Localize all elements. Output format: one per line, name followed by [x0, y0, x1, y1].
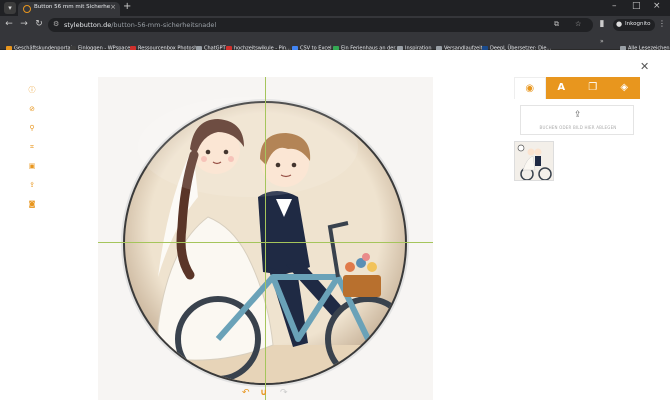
- bookmark-item[interactable]: hochzeitswikule - Pin...: [226, 38, 291, 52]
- uploaded-image-thumbnail[interactable]: [514, 141, 554, 181]
- bookmark-item[interactable]: DeepL Übersetzer: Die...: [482, 38, 551, 52]
- bookmark-item[interactable]: Versandlaufzeit: [436, 38, 483, 52]
- button-gloss: [138, 97, 358, 197]
- layers-icon: ◈: [620, 82, 629, 93]
- camera-icon: ◉: [525, 83, 535, 94]
- magnet-icon[interactable]: ∪: [260, 388, 267, 398]
- gallery-icon: ❐: [588, 82, 598, 93]
- url-domain: stylebutton.de: [64, 21, 112, 29]
- text-icon: A: [557, 82, 566, 93]
- browser-tab[interactable]: Button 56 mm mit Sicherheitsnadel ×: [18, 2, 120, 16]
- crop-icon[interactable]: ⌗: [26, 141, 38, 153]
- translate-icon[interactable]: ⧉: [554, 20, 559, 29]
- save-icon[interactable]: ▣: [26, 160, 38, 172]
- upload-hint: BUCHEN ODER BILD HIER ABLEGEN: [539, 125, 617, 130]
- incognito-badge[interactable]: ● Inkognito: [613, 19, 655, 31]
- thumbnail-illustration: [515, 142, 553, 180]
- image-icon[interactable]: ◙: [26, 198, 38, 210]
- forward-icon[interactable]: →: [18, 19, 30, 29]
- bookmark-item[interactable]: CSV to Excel: [292, 38, 332, 52]
- side-panel: ◉ A ❐ ◈ ⇪ BUCHEN ODER BILD HIER ABLEGEN: [514, 77, 640, 400]
- tab-search-icon[interactable]: ▾: [4, 2, 16, 14]
- upload-arrow-icon: ⇪: [574, 110, 582, 120]
- upload-dropzone[interactable]: ⇪ BUCHEN ODER BILD HIER ABLEGEN: [520, 105, 634, 135]
- reload-icon[interactable]: ↻: [33, 19, 45, 29]
- tab-title: Button 56 mm mit Sicherheitsnadel: [34, 4, 110, 10]
- redo-icon[interactable]: ↷: [280, 388, 288, 398]
- site-info-icon[interactable]: ⚙: [53, 20, 59, 28]
- url-path: /button-56-mm-sicherheitsnadel: [111, 21, 217, 29]
- upload-icon[interactable]: ⇪: [26, 179, 38, 191]
- history-controls: ↶ ∪ ↷: [240, 388, 290, 400]
- more-bookmarks-icon[interactable]: »: [600, 38, 604, 47]
- address-bar[interactable]: ⚙ stylebutton.de/button-56-mm-sicherheit…: [48, 18, 593, 32]
- url-text: stylebutton.de/button-56-mm-sicherheitsn…: [64, 21, 216, 29]
- bookmark-item[interactable]: Einloggen - WPspace: [70, 38, 130, 52]
- zoom-icon[interactable]: ⚲: [26, 122, 38, 134]
- compass-icon[interactable]: ⊘: [26, 103, 38, 115]
- side-panel-icon[interactable]: ▮: [596, 19, 608, 29]
- tab-text[interactable]: A: [545, 77, 577, 99]
- panel-tabs: ◉ A ❐ ◈: [514, 77, 640, 99]
- tab-strip: ▾ Button 56 mm mit Sicherheitsnadel × + …: [0, 0, 670, 16]
- toolbar: ← → ↻ ⚙ stylebutton.de/button-56-mm-sich…: [0, 16, 670, 34]
- bookmarks-bar: Geschäftskundenportal Einloggen - WPspac…: [0, 34, 670, 52]
- design-canvas[interactable]: [98, 77, 433, 400]
- tab-photo[interactable]: ◉: [514, 77, 546, 99]
- all-bookmarks[interactable]: Alle Lesezeichen: [620, 38, 670, 52]
- center-guide-vertical: [265, 77, 266, 400]
- minimize-icon[interactable]: –: [612, 1, 617, 11]
- bookmark-star-icon[interactable]: ☆: [575, 20, 581, 28]
- site-favicon-icon: [23, 5, 31, 13]
- bookmark-item[interactable]: Geschäftskundenportal: [6, 38, 72, 52]
- close-editor-icon[interactable]: ✕: [640, 60, 649, 73]
- bookmark-item[interactable]: Inspiration: [397, 38, 432, 52]
- bookmark-item[interactable]: Ein Ferienhaus an der...: [333, 38, 400, 52]
- bookmark-item[interactable]: Ressourcenbox Photosh...: [130, 38, 202, 52]
- new-tab-icon[interactable]: +: [123, 1, 131, 12]
- incognito-label: Inkognito: [625, 21, 651, 27]
- info-icon[interactable]: ⓘ: [26, 84, 38, 96]
- center-guide-horizontal: [98, 242, 433, 243]
- maximize-icon[interactable]: □: [632, 1, 641, 11]
- bookmark-item[interactable]: ChatGPT: [196, 38, 226, 52]
- close-window-icon[interactable]: ×: [653, 1, 661, 11]
- browser-menu-icon[interactable]: ⋮: [658, 19, 666, 28]
- tab-close-icon[interactable]: ×: [110, 3, 116, 11]
- tab-gallery[interactable]: ❐: [577, 77, 609, 99]
- undo-icon[interactable]: ↶: [242, 388, 250, 398]
- incognito-icon: ●: [616, 20, 623, 28]
- back-icon[interactable]: ←: [3, 19, 15, 29]
- tab-layers[interactable]: ◈: [608, 77, 640, 99]
- editor-page: ✕ ⓘ ⊘ ⚲ ⌗ ▣ ⇪ ◙ ↶ ∪ ↷ ◉ A ❐ ◈ ⇪ BUCHEN O…: [0, 50, 670, 400]
